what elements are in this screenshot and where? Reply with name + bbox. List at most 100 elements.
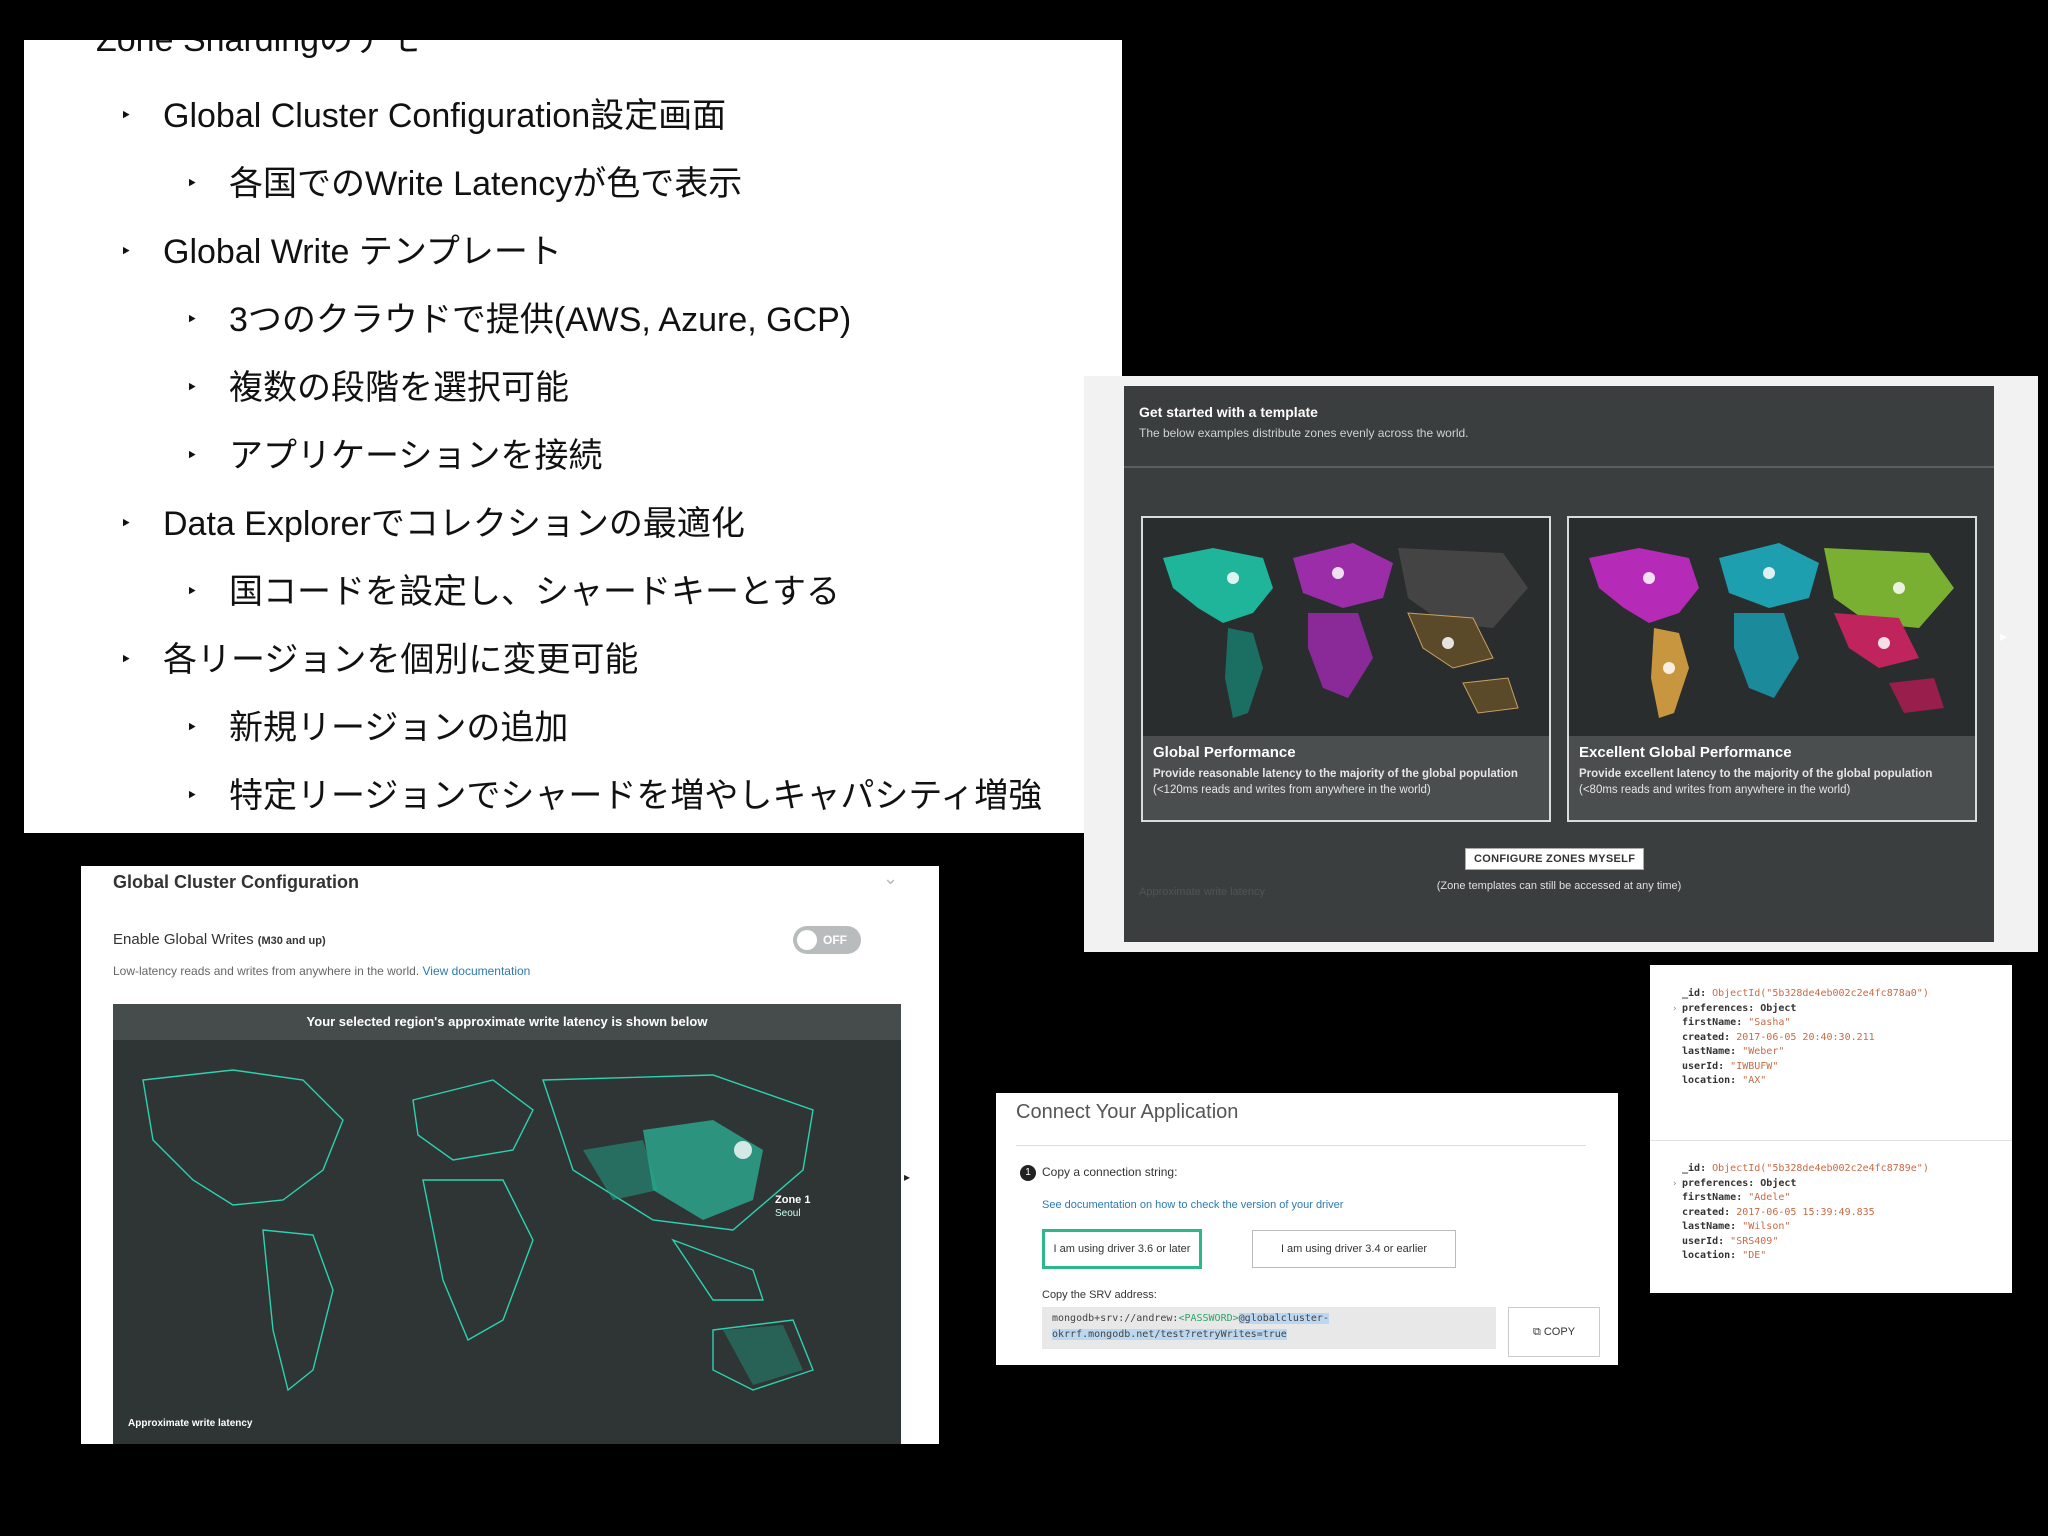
chevron-down-icon[interactable]: ⌄	[883, 868, 898, 889]
enable-global-writes-label: Enable Global Writes (M30 and up)	[113, 931, 326, 948]
cursor-icon: ▸	[2000, 628, 2008, 644]
template-subtitle: The below examples distribute zones even…	[1139, 426, 1469, 440]
bullet-text: 3つのクラウドで提供(AWS, Azure, GCP)	[229, 301, 852, 339]
document-field: location: "AX"	[1682, 1075, 1767, 1086]
template-panel: Get started with a template The below ex…	[1084, 376, 2038, 952]
cursor-icon: ▸	[904, 1170, 911, 1184]
step-number: 1	[1020, 1165, 1036, 1181]
field-key: lastName	[1682, 1046, 1731, 1057]
bullet-icon: ‣	[120, 105, 132, 127]
bullet-text: アプリケーションを接続	[229, 437, 603, 475]
template-card-excellent-global-performance[interactable]: Excellent Global Performance Provide exc…	[1567, 516, 1977, 822]
bullet-text: Global Write テンプレート	[163, 233, 562, 271]
srv-host-1: @globalcluster-	[1238, 1313, 1329, 1324]
toggle-state: OFF	[823, 933, 847, 947]
field-key: created	[1682, 1206, 1725, 1218]
card-title: Excellent Global Performance	[1579, 744, 1792, 761]
description: Low-latency reads and writes from anywhe…	[113, 964, 530, 978]
field-value: "Adele"	[1748, 1192, 1791, 1203]
view-documentation-link[interactable]: View documentation	[422, 964, 530, 978]
world-map-icon	[1569, 518, 1975, 736]
document-field: created: 2017-06-05 20:40:30.211	[1682, 1031, 1875, 1043]
panel-title: Global Cluster Configuration	[113, 872, 359, 892]
bullet-text: Global Cluster Configuration設定画面	[163, 97, 727, 135]
copy-icon: ⧉	[1532, 1326, 1541, 1338]
ghost-latency-label: Approximate write latency	[1139, 886, 1265, 898]
field-key: userId	[1682, 1060, 1719, 1072]
field-value: "IWBUFW"	[1730, 1060, 1779, 1072]
srv-password: <PASSWORD>	[1178, 1313, 1239, 1324]
enable-label: Enable Global Writes	[113, 931, 254, 948]
field-key: _id	[1682, 988, 1701, 999]
bullet-icon: ‣	[120, 513, 132, 535]
srv-connection-string[interactable]: mongodb+srv://andrew:<PASSWORD>@globalcl…	[1042, 1307, 1496, 1349]
bullet-list: ‣ Global Cluster Configuration設定画面 ‣ 各国でのWr…	[24, 82, 1042, 830]
expand-icon[interactable]: ›	[1672, 1179, 1677, 1189]
toggle-knob	[797, 930, 817, 950]
configure-zones-button[interactable]: CONFIGURE ZONES MYSELF	[1465, 848, 1645, 870]
global-writes-toggle[interactable]: OFF	[793, 926, 861, 954]
driver-new-button[interactable]: I am using driver 3.6 or later	[1042, 1229, 1202, 1269]
bullet-text: 各国でのWrite Latencyが色で表示	[229, 165, 743, 203]
bullet-icon: ‣	[120, 649, 132, 671]
latency-label: Approximate write latency	[128, 1418, 253, 1429]
bullet-item: ‣ Data Explorerでコレクションの最適化	[24, 490, 1042, 558]
copy-label: COPY	[1543, 1326, 1576, 1338]
field-value: "DE"	[1742, 1250, 1767, 1261]
divider	[1016, 1145, 1586, 1146]
card-title: Global Performance	[1153, 744, 1296, 761]
global-cluster-config-panel: Global Cluster Configuration ⌄ Enable Gl…	[81, 866, 939, 1444]
description-text: Low-latency reads and writes from anywhe…	[113, 964, 420, 978]
field-value: "Wilson"	[1742, 1221, 1791, 1232]
field-key: location	[1682, 1075, 1731, 1086]
bullet-text: 国コードを設定し、シャードキーとする	[229, 573, 840, 611]
bullet-item: ‣ 各リージョンを個別に変更可能	[24, 626, 1042, 694]
bullet-item: ‣ 各国でのWrite Latencyが色で表示	[24, 150, 1042, 218]
bullet-text: 新規リージョンの追加	[229, 709, 569, 747]
card-description: Provide excellent latency to the majorit…	[1579, 768, 1933, 780]
template-card-global-performance[interactable]: Global Performance Provide reasonable la…	[1141, 516, 1551, 822]
bullet-icon: ‣	[186, 173, 198, 195]
world-map-icon	[1143, 518, 1549, 736]
zone-name: Zone 1	[775, 1194, 811, 1206]
document-field: _id: ObjectId("5b328de4eb002c2e4fc878a0"…	[1682, 988, 1929, 999]
field-value: 2017-06-05 20:40:30.211	[1736, 1031, 1875, 1043]
document-field: preferences: Object	[1682, 1177, 1797, 1189]
bullet-item: ‣ 国コードを設定し、シャードキーとする	[24, 558, 1042, 626]
driver-doc-link[interactable]: See documentation on how to check the ve…	[1042, 1199, 1343, 1211]
srv-label: Copy the SRV address:	[1042, 1289, 1157, 1301]
driver-old-button[interactable]: I am using driver 3.4 or earlier	[1252, 1230, 1456, 1268]
document-field: firstName: "Sasha"	[1682, 1017, 1791, 1028]
bullet-item: ‣ 特定リージョンでシャードを増やしキャパシティ増強	[24, 762, 1042, 830]
field-key: firstName	[1682, 1017, 1737, 1028]
srv-host-2: okrrf.mongodb.net/test?retryWrites=true	[1052, 1329, 1287, 1340]
bullet-text: 特定リージョンでシャードを増やしキャパシティ増強	[229, 777, 1043, 815]
slide-panel: Zone Shardingのデモ ‣ Global Cluster Configu…	[24, 40, 1122, 833]
template-title: Get started with a template	[1139, 404, 1318, 420]
document-record: _id: ObjectId("5b328de4eb002c2e4fc878a0"…	[1682, 987, 1929, 1089]
expand-icon[interactable]: ›	[1672, 1004, 1677, 1014]
bullet-text: 各リージョンを個別に変更可能	[163, 641, 639, 679]
divider	[1650, 1140, 2012, 1141]
field-key: preferences	[1682, 1002, 1749, 1014]
documents-panel: › _id: ObjectId("5b328de4eb002c2e4fc878a…	[1650, 965, 2012, 1293]
field-key: lastName	[1682, 1221, 1731, 1232]
template-dialog: Get started with a template The below ex…	[1124, 386, 1994, 942]
field-value: ObjectId("5b328de4eb002c2e4fc8789e")	[1712, 1163, 1929, 1174]
copy-button[interactable]: ⧉ COPY	[1508, 1307, 1600, 1357]
field-value: Object	[1760, 1177, 1797, 1189]
card-description: Provide reasonable latency to the majori…	[1153, 768, 1518, 780]
document-field: preferences: Object	[1682, 1002, 1797, 1014]
bullet-item: ‣ 新規リージョンの追加	[24, 694, 1042, 762]
map-header: Your selected region's approximate write…	[113, 1004, 901, 1040]
tier-label: (M30 and up)	[257, 935, 326, 947]
document-field: created: 2017-06-05 15:39:49.835	[1682, 1206, 1875, 1218]
bullet-item: ‣ 複数の段階を選択可能	[24, 354, 1042, 422]
bullet-icon: ‣	[186, 717, 198, 739]
document-field: lastName: "Weber"	[1682, 1046, 1785, 1057]
field-value: "Sasha"	[1748, 1017, 1791, 1028]
field-key: location	[1682, 1250, 1731, 1261]
bullet-text: 複数の段階を選択可能	[229, 369, 569, 407]
document-field: firstName: "Adele"	[1682, 1192, 1791, 1203]
bullet-item: ‣ Global Cluster Configuration設定画面	[24, 82, 1042, 150]
